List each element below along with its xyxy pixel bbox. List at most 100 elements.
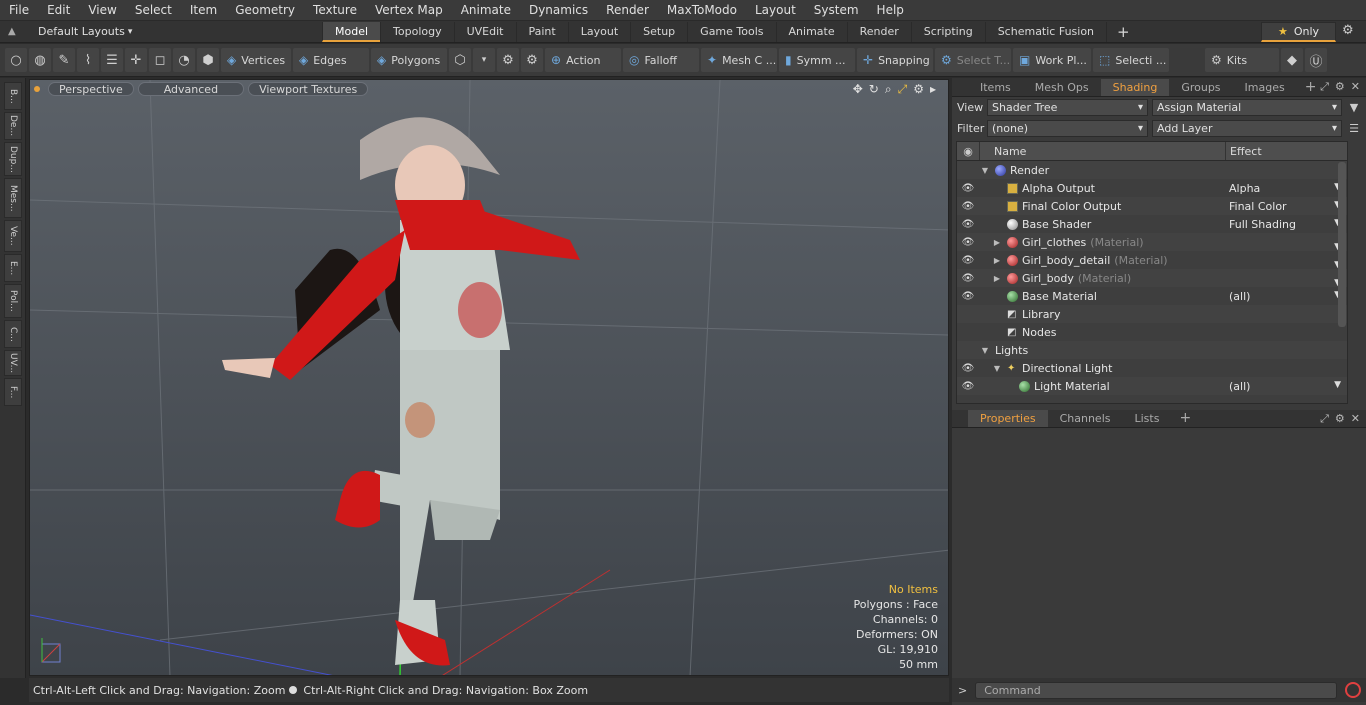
box-icon[interactable]: ◻	[149, 48, 171, 72]
edges-button[interactable]: ◈ Edges	[293, 48, 369, 72]
unity-icon[interactable]: ◆	[1281, 48, 1303, 72]
menu-geometry[interactable]: Geometry	[226, 0, 304, 21]
tab-scripting[interactable]: Scripting	[910, 21, 985, 42]
cube-icon[interactable]: ⬢	[197, 48, 219, 72]
left-tab-mesh[interactable]: Mes...	[4, 178, 22, 218]
expand-arrow-icon[interactable]: ▶	[991, 256, 1003, 265]
tab-schematic-fusion[interactable]: Schematic Fusion	[984, 21, 1106, 42]
tree-scrollbar[interactable]	[1338, 162, 1346, 327]
polygons-button[interactable]: ◈ Polygons	[371, 48, 447, 72]
eye-icon[interactable]: 👁	[957, 363, 979, 374]
zoom-icon[interactable]: ⌕	[885, 82, 892, 97]
collapse-arrow-icon[interactable]: ▼	[991, 364, 1003, 373]
eye-icon[interactable]: 👁	[957, 201, 979, 212]
menu-animate[interactable]: Animate	[452, 0, 520, 21]
left-tab-basic[interactable]: B...	[4, 82, 22, 110]
menu-edit[interactable]: Edit	[38, 0, 79, 21]
gear-select-icon[interactable]: ⚙	[497, 48, 519, 72]
menu-layout[interactable]: Layout	[746, 0, 805, 21]
eye-icon[interactable]: 👁	[957, 381, 979, 392]
tree-row-girl-clothes[interactable]: 👁 ▶Girl_clothes(Material) ▼	[957, 233, 1347, 252]
pan-icon[interactable]: ✥	[853, 82, 863, 97]
timer-icon[interactable]: ◔	[173, 48, 195, 72]
left-tab-edge[interactable]: E...	[4, 254, 22, 282]
tab-game-tools[interactable]: Game Tools	[687, 21, 775, 42]
record-icon[interactable]	[1345, 682, 1362, 698]
tree-row-final-color-output[interactable]: 👁 Final Color Output Final Color▼	[957, 197, 1347, 215]
tab-properties[interactable]: Properties	[968, 410, 1048, 427]
tree-row-girl-body[interactable]: 👁 ▶Girl_body(Material) ▼	[957, 269, 1347, 288]
center-icon[interactable]: ✛	[125, 48, 147, 72]
tab-mesh-ops[interactable]: Mesh Ops	[1023, 79, 1101, 96]
tree-row-girl-body-detail[interactable]: 👁 ▶Girl_body_detail(Material) ▼	[957, 251, 1347, 271]
tab-model[interactable]: Model	[322, 21, 381, 42]
chevron-down-icon[interactable]: ▾	[473, 48, 495, 72]
left-tab-fusion[interactable]: F...	[4, 378, 22, 406]
tab-animate[interactable]: Animate	[775, 21, 847, 42]
left-tab-deform[interactable]: De...	[4, 112, 22, 140]
left-tab-uv[interactable]: UV...	[4, 350, 22, 376]
action-button[interactable]: ⊕ Action	[545, 48, 621, 72]
tab-groups[interactable]: Groups	[1169, 79, 1232, 96]
left-tab-polygon[interactable]: Pol...	[4, 284, 22, 318]
expand-icon[interactable]: ⤢	[1320, 412, 1329, 426]
layout-selector[interactable]: ▲ Default Layouts ▾	[0, 25, 322, 38]
tab-topology[interactable]: Topology	[380, 21, 454, 42]
expand-arrow-icon[interactable]: ▶	[991, 238, 1003, 247]
tab-items[interactable]: Items	[968, 79, 1023, 96]
selection-sets-button[interactable]: ⬚ Selecti ...	[1093, 48, 1169, 72]
menu-render[interactable]: Render	[597, 0, 658, 21]
tab-images[interactable]: Images	[1233, 79, 1297, 96]
menu-file[interactable]: File	[0, 0, 38, 21]
symmetry-button[interactable]: ▮ Symm ...	[779, 48, 855, 72]
unreal-icon[interactable]: Ⓤ	[1305, 48, 1327, 72]
menu-system[interactable]: System	[805, 0, 868, 21]
props-gear-icon[interactable]: ⚙	[1335, 412, 1345, 426]
close-icon[interactable]: ✕	[1351, 80, 1360, 94]
panel-gear-icon[interactable]: ⚙	[1335, 80, 1345, 94]
menu-texture[interactable]: Texture	[304, 0, 366, 21]
advanced-button[interactable]: Advanced	[137, 82, 245, 96]
viewport-textures-button[interactable]: Viewport Textures	[248, 82, 369, 96]
expand-icon[interactable]: ⤢	[1320, 80, 1329, 94]
eye-icon[interactable]: 👁	[957, 183, 979, 194]
select-through-button[interactable]: ⚙ Select T...	[935, 48, 1011, 72]
rotate-icon[interactable]: ↻	[869, 82, 879, 97]
tree-row-library[interactable]: ◩ Library	[957, 305, 1347, 323]
perspective-button[interactable]: Perspective	[48, 82, 134, 96]
falloff-button[interactable]: ◎ Falloff	[623, 48, 699, 72]
menu-dynamics[interactable]: Dynamics	[520, 0, 597, 21]
expand-arrow-icon[interactable]: ▶	[991, 274, 1003, 283]
align-icon[interactable]: ☰	[101, 48, 123, 72]
work-plane-button[interactable]: ▣ Work Pl...	[1013, 48, 1091, 72]
eye-icon[interactable]: 👁	[957, 219, 979, 230]
brush-icon[interactable]: ⌇	[77, 48, 99, 72]
tab-paint[interactable]: Paint	[515, 21, 568, 42]
snapping-button[interactable]: ✛ Snapping	[857, 48, 933, 72]
only-toggle[interactable]: ★ Only	[1261, 22, 1336, 42]
name-column-header[interactable]: Name	[979, 142, 1225, 160]
maximize-icon[interactable]: ⤢	[898, 82, 908, 97]
3d-viewport[interactable]: Perspective Advanced Viewport Textures ✥…	[29, 79, 949, 676]
viewport-gear-icon[interactable]: ⚙	[913, 82, 924, 97]
list-menu-icon[interactable]: ☰	[1346, 120, 1362, 137]
tab-uvedit[interactable]: UVEdit	[453, 21, 516, 42]
tree-row-directional-light[interactable]: 👁 ▼ ✦ Directional Light	[957, 359, 1347, 377]
effect-column-header[interactable]: Effect	[1225, 142, 1347, 160]
menu-vertex-map[interactable]: Vertex Map	[366, 0, 452, 21]
collapse-arrow-icon[interactable]: ▼	[979, 346, 991, 355]
circle-select-icon[interactable]: ○	[5, 48, 27, 72]
gear-icon[interactable]: ⚙	[1342, 23, 1358, 39]
play-icon[interactable]: ▸	[930, 82, 936, 97]
collapse-arrow-icon[interactable]: ▼	[979, 166, 991, 175]
eye-icon[interactable]: 👁	[957, 291, 979, 302]
close-icon[interactable]: ✕	[1351, 412, 1360, 426]
menu-maxtomodo[interactable]: MaxToModo	[658, 0, 746, 21]
add-tab-icon[interactable]: +	[1106, 21, 1140, 42]
tree-row-base-shader[interactable]: 👁 Base Shader Full Shading▼	[957, 215, 1347, 233]
assign-material-dropdown[interactable]: Assign Material	[1152, 99, 1342, 116]
tab-lists[interactable]: Lists	[1123, 410, 1172, 427]
menu-view[interactable]: View	[79, 0, 125, 21]
add-layer-dropdown[interactable]: Add Layer	[1152, 120, 1342, 137]
filter-icon[interactable]: ▼	[1346, 99, 1362, 116]
